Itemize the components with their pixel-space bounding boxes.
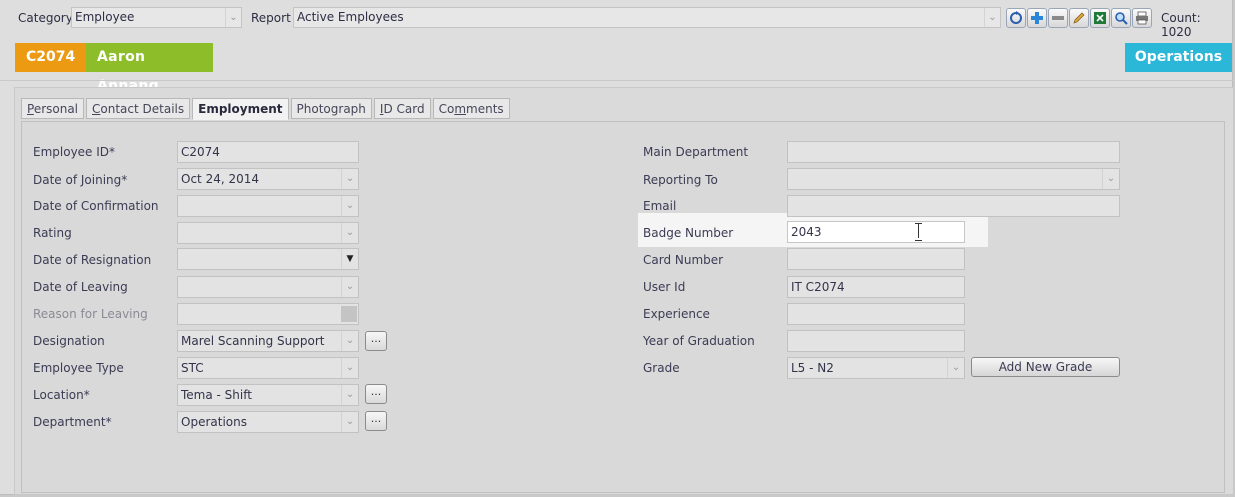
category-label: Category xyxy=(18,11,73,25)
chevron-down-icon: ⌄ xyxy=(984,8,1000,27)
department-label: Department* xyxy=(33,415,112,429)
add-icon[interactable] xyxy=(1027,8,1047,28)
grade-select[interactable]: L5 - N2 ⌄ xyxy=(787,357,965,379)
caret-down-icon: ▼ xyxy=(341,249,358,269)
report-label: Report xyxy=(251,11,291,25)
user-id-field[interactable]: IT C2074 xyxy=(787,276,965,298)
search-icon[interactable] xyxy=(1111,8,1131,28)
tab-comments[interactable]: Comments xyxy=(432,98,510,119)
record-count: Count: 1020 xyxy=(1161,11,1201,39)
badge-number-field[interactable]: 2043 xyxy=(787,221,965,243)
date-confirmation-field[interactable]: ⌄ xyxy=(177,195,359,217)
rating-label: Rating xyxy=(33,226,72,240)
year-graduation-label: Year of Graduation xyxy=(643,334,755,348)
tab-employment[interactable]: Employment xyxy=(192,98,289,120)
tab-id-card[interactable]: ID Card xyxy=(373,98,431,119)
chevron-down-icon: ⌄ xyxy=(341,331,358,351)
department-badge: Operations xyxy=(1125,43,1232,72)
chevron-down-icon: ⌄ xyxy=(1102,169,1119,189)
employee-name-badge: Aaron Annang xyxy=(86,43,213,94)
employee-id-label: Employee ID* xyxy=(33,145,116,159)
card-number-label: Card Number xyxy=(643,253,724,267)
badge-number-label: Badge Number xyxy=(643,226,734,240)
employee-code-badge: C2074 xyxy=(15,43,86,72)
employee-type-label: Employee Type xyxy=(33,361,124,375)
department-select[interactable]: Operations ⌄ xyxy=(177,411,359,433)
main-department-field[interactable] xyxy=(787,141,1120,163)
report-select[interactable]: Active Employees ⌄ xyxy=(293,7,1001,28)
print-icon[interactable] xyxy=(1132,8,1152,28)
date-joining-label: Date of Joining* xyxy=(33,173,128,187)
year-graduation-field[interactable] xyxy=(787,330,965,352)
reason-leaving-field xyxy=(177,303,359,325)
tab-bar: Personal Contact Details Employment Phot… xyxy=(21,98,512,120)
toolbar: Category Employee ⌄ Report Active Employ… xyxy=(0,0,1233,39)
refresh-icon[interactable] xyxy=(1006,8,1026,28)
department-lookup-button[interactable]: ... xyxy=(365,411,387,431)
chevron-down-icon: ⌄ xyxy=(341,169,358,189)
tab-photograph[interactable]: Photograph xyxy=(290,98,372,119)
add-new-grade-button[interactable]: Add New Grade xyxy=(971,357,1120,377)
reporting-to-select[interactable]: ⌄ xyxy=(787,168,1120,190)
chevron-down-icon: ⌄ xyxy=(341,412,358,432)
location-select[interactable]: Tema - Shift ⌄ xyxy=(177,384,359,406)
user-id-label: User Id xyxy=(643,280,686,294)
category-select[interactable]: Employee ⌄ xyxy=(71,7,242,28)
remove-icon[interactable] xyxy=(1048,8,1068,28)
chevron-down-icon: ⌄ xyxy=(341,385,358,405)
card-number-field[interactable] xyxy=(787,248,965,270)
text-cursor-icon xyxy=(915,223,923,241)
tab-personal[interactable]: Personal xyxy=(21,98,85,119)
chevron-down-icon: ⌄ xyxy=(341,277,358,297)
reporting-to-label: Reporting To xyxy=(643,173,718,187)
excel-icon[interactable] xyxy=(1090,8,1110,28)
report-value: Active Employees xyxy=(297,10,404,24)
chevron-down-icon: ⌄ xyxy=(341,358,358,378)
chevron-down-icon: ⌄ xyxy=(225,8,241,27)
location-lookup-button[interactable]: ... xyxy=(365,384,387,404)
chevron-down-icon: ⌄ xyxy=(341,196,358,216)
email-field[interactable] xyxy=(787,195,1120,217)
category-value: Employee xyxy=(75,10,135,24)
chevron-down-icon: ⌄ xyxy=(341,223,358,243)
divider xyxy=(0,80,1233,81)
date-joining-field[interactable]: Oct 24, 2014 ⌄ xyxy=(177,168,359,190)
toolbar-icons xyxy=(1006,8,1152,28)
experience-field[interactable] xyxy=(787,303,965,325)
location-label: Location* xyxy=(33,388,90,402)
edit-icon[interactable] xyxy=(1069,8,1089,28)
designation-lookup-button[interactable]: ... xyxy=(365,331,387,351)
employee-id-field[interactable]: C2074 xyxy=(177,141,359,163)
email-label: Email xyxy=(643,199,677,213)
chevron-down-icon: ⌄ xyxy=(947,358,964,378)
date-resignation-label: Date of Resignation xyxy=(33,253,152,267)
rating-select[interactable]: ⌄ xyxy=(177,222,359,244)
app-window: Category Employee ⌄ Report Active Employ… xyxy=(0,0,1233,495)
designation-label: Designation xyxy=(33,334,105,348)
date-leaving-field[interactable]: ⌄ xyxy=(177,276,359,298)
main-department-label: Main Department xyxy=(643,145,749,159)
date-leaving-label: Date of Leaving xyxy=(33,280,128,294)
experience-label: Experience xyxy=(643,307,710,321)
designation-select[interactable]: Marel Scanning Support ⌄ xyxy=(177,330,359,352)
employee-type-select[interactable]: STC ⌄ xyxy=(177,357,359,379)
reason-leaving-label: Reason for Leaving xyxy=(33,307,148,321)
date-resignation-field[interactable]: ▼ xyxy=(177,248,359,270)
grade-label: Grade xyxy=(643,361,680,375)
date-confirmation-label: Date of Confirmation xyxy=(33,199,159,213)
tab-contact-details[interactable]: Contact Details xyxy=(86,98,191,119)
